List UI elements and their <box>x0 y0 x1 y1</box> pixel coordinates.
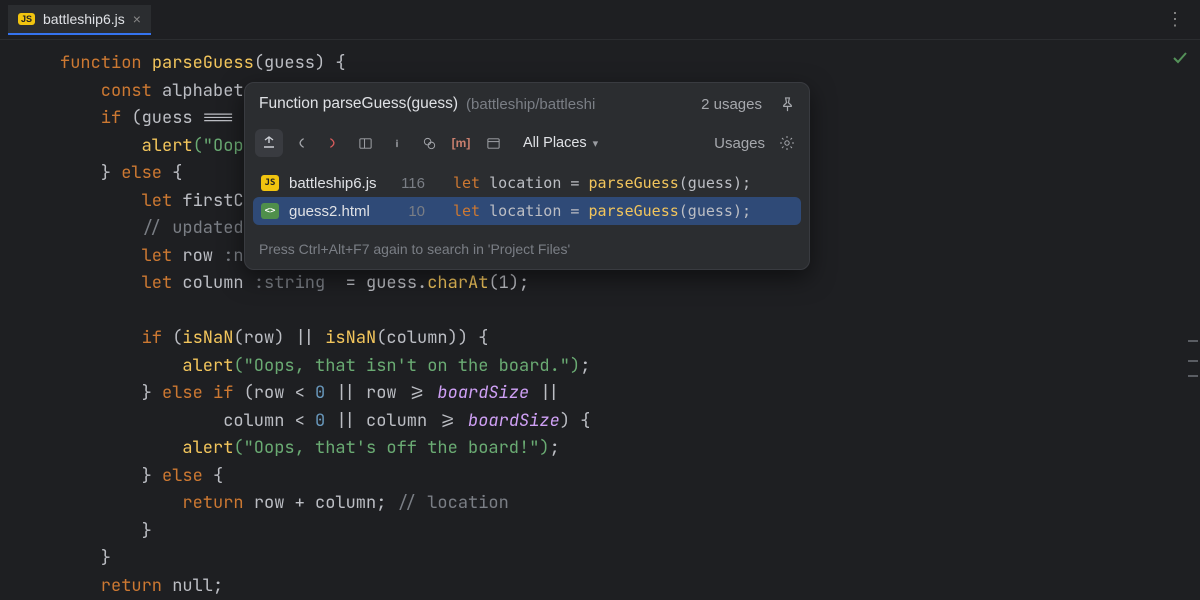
chevron-down-icon: ▾ <box>593 137 599 150</box>
usage-row[interactable]: <> guess2.html 10 let location = parseGu… <box>253 197 801 225</box>
usages-header-label: Usages <box>714 135 765 152</box>
js-file-icon: JS <box>261 175 279 191</box>
open-find-window-icon[interactable] <box>255 129 283 157</box>
usage-file-name: battleship6.js <box>289 175 389 192</box>
editor-minimap[interactable] <box>1186 40 1200 600</box>
group-by-file-icon[interactable] <box>351 129 379 157</box>
usage-line-number: 116 <box>399 175 425 192</box>
js-file-icon: JS <box>18 13 35 25</box>
popup-title: Function parseGuess(guess) <box>259 95 458 113</box>
usage-code-preview: let location = parseGuess(guess); <box>435 202 793 220</box>
next-occurrence-icon[interactable] <box>319 129 347 157</box>
tab-options-icon[interactable]: ⋮ <box>1158 5 1192 34</box>
preview-icon[interactable] <box>479 129 507 157</box>
usage-line-number: 10 <box>399 203 425 220</box>
html-file-icon: <> <box>261 203 279 219</box>
popup-usage-count: 2 usages <box>701 96 762 113</box>
tab-battleship6[interactable]: JS battleship6.js × <box>8 5 151 35</box>
popup-toolbar: [m] All Places ▾ Usages <box>245 123 809 167</box>
popup-header: Function parseGuess(guess) (battleship/b… <box>245 83 809 123</box>
close-tab-icon[interactable]: × <box>133 11 141 27</box>
prev-occurrence-icon[interactable] <box>287 129 315 157</box>
usage-file-name: guess2.html <box>289 203 389 220</box>
usage-code-preview: let location = parseGuess(guess); <box>435 174 793 192</box>
regex-icon[interactable]: [m] <box>447 129 475 157</box>
scope-label: All Places <box>523 135 587 151</box>
scope-dropdown[interactable]: All Places ▾ <box>515 131 606 155</box>
gear-icon[interactable] <box>775 131 799 155</box>
popup-subtitle-path: (battleship/battleshi <box>466 96 693 113</box>
tab-filename: battleship6.js <box>43 11 125 27</box>
usage-row[interactable]: JS battleship6.js 116 let location = par… <box>253 169 801 197</box>
tabs-container: JS battleship6.js × <box>8 5 151 35</box>
popup-hint: Press Ctrl+Alt+F7 again to search in 'Pr… <box>245 233 809 269</box>
tab-bar: JS battleship6.js × ⋮ <box>0 0 1200 40</box>
info-icon[interactable] <box>383 129 411 157</box>
find-usages-popup: Function parseGuess(guess) (battleship/b… <box>244 82 810 270</box>
pin-icon[interactable] <box>780 97 795 112</box>
filter-icon[interactable] <box>415 129 443 157</box>
usages-list: JS battleship6.js 116 let location = par… <box>245 167 809 233</box>
